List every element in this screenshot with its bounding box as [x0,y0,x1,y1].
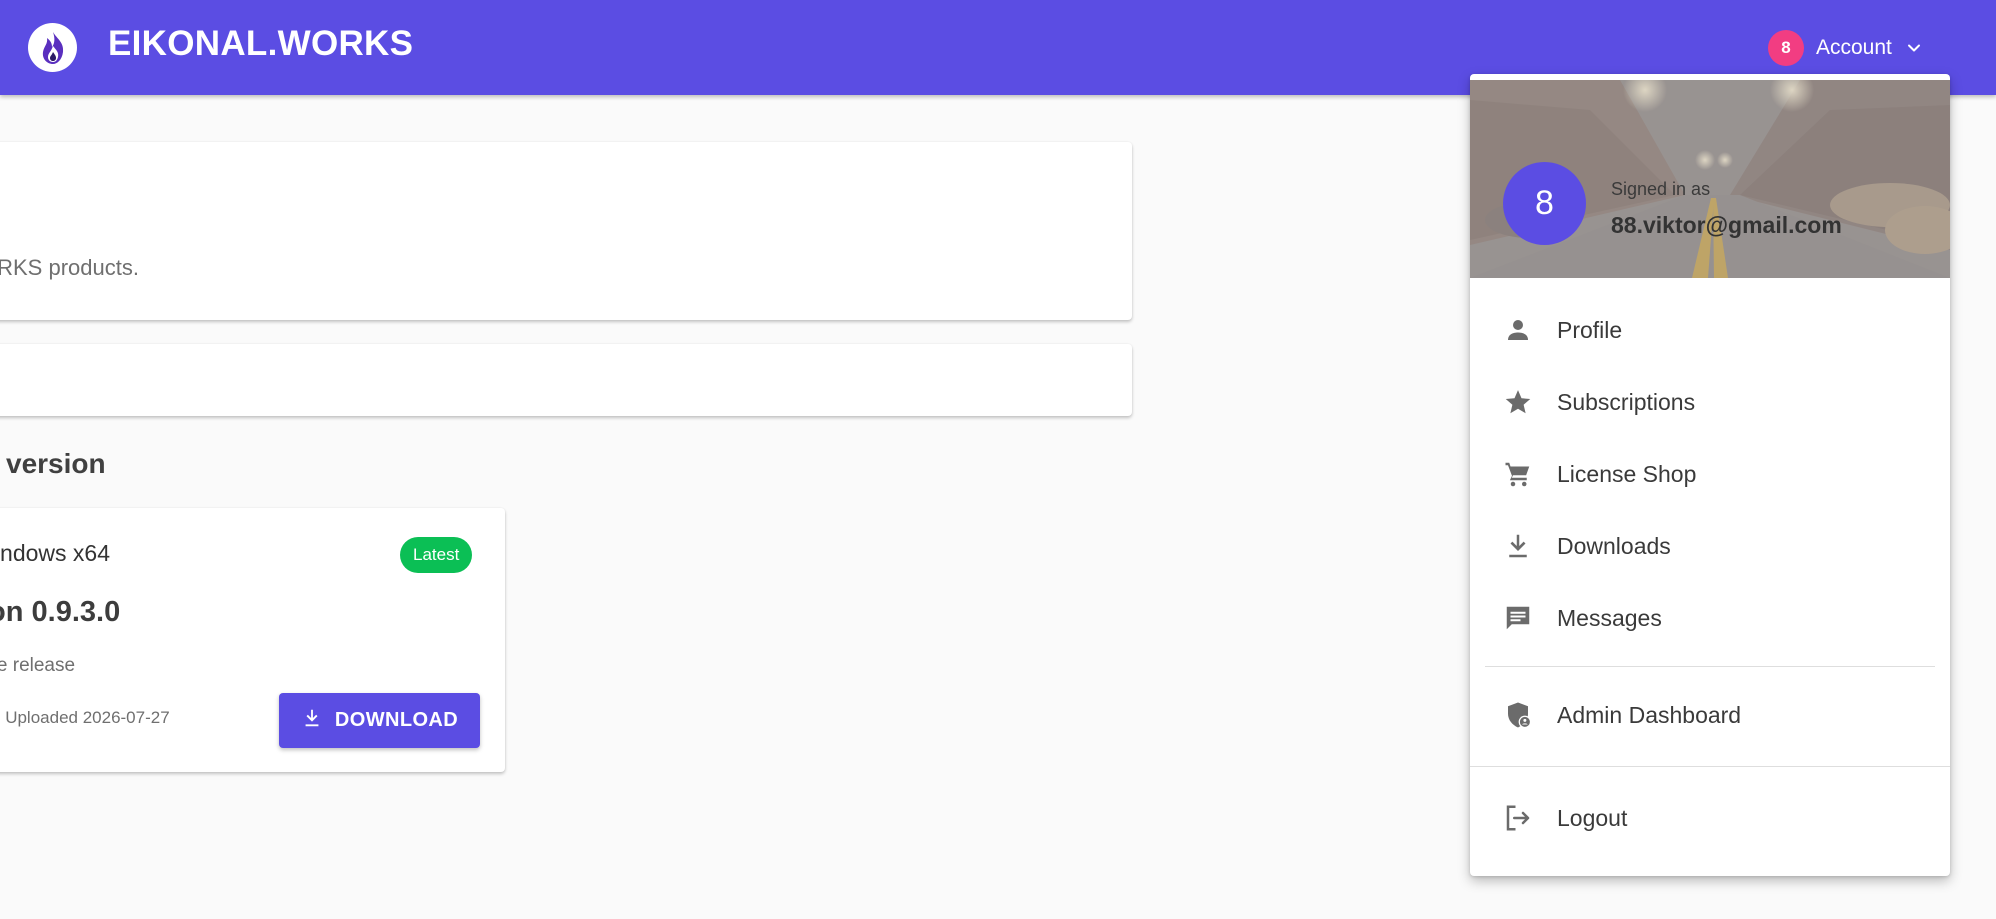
menu-item-label: Profile [1557,316,1623,343]
filter-bar-card [0,344,1132,416]
cart-icon [1503,459,1533,489]
menu-item-admin-dashboard[interactable]: Admin Dashboard [1470,683,1950,747]
account-badge: 8 [1768,30,1804,66]
menu-item-profile[interactable]: Profile [1470,298,1950,362]
person-icon [1503,315,1533,345]
download-icon [1503,531,1533,561]
signed-in-email: 88.viktor@gmail.com [1611,212,1842,238]
avatar: 8 [1503,162,1586,245]
brand-logo-icon[interactable] [28,23,77,72]
menu-item-label: Messages [1557,604,1662,631]
menu-item-label: Subscriptions [1557,388,1696,415]
menu-item-label: Downloads [1557,532,1671,559]
menu-item-license-shop[interactable]: License Shop [1470,442,1950,506]
menu-item-subscriptions[interactable]: Subscriptions [1470,370,1950,434]
menu-divider [1485,666,1935,667]
intro-text: ORKS products. [0,255,139,280]
menu-header: 8 Signed in as 88.viktor@gmail.com [1470,80,1950,278]
platform-label: Vindows x64 [0,540,110,566]
menu-item-label: Logout [1557,804,1628,831]
logout-icon [1503,803,1533,833]
intro-card: ORKS products. [0,142,1132,320]
version-label: ion 0.9.3.0 [0,596,121,628]
star-icon [1503,387,1533,417]
admin-shield-icon [1503,700,1533,730]
brand-name[interactable]: EIKONAL.WORKS [108,24,413,64]
message-icon [1503,603,1533,633]
account-label: Account [1816,36,1892,59]
menu-item-downloads[interactable]: Downloads [1470,514,1950,578]
release-type: ore release [0,655,76,676]
download-icon [301,707,323,735]
menu-item-label: License Shop [1557,460,1697,487]
menu-item-messages[interactable]: Messages [1470,586,1950,650]
download-button[interactable]: DOWNLOAD [279,693,480,748]
download-button-label: DOWNLOAD [334,709,459,731]
release-meta: B | Uploaded 2026-07-27 [0,708,170,727]
account-menu-button[interactable]: 8 Account [1768,28,1924,68]
menu-item-logout[interactable]: Logout [1470,786,1950,850]
signed-in-label: Signed in as [1611,179,1711,199]
menu-divider [1470,766,1950,767]
release-card: Vindows x64 Latest ion 0.9.3.0 ore relea… [0,508,505,772]
section-title: version [6,448,106,479]
chevron-down-icon [1904,38,1924,58]
account-dropdown-menu: 8 Signed in as 88.viktor@gmail.com Profi… [1470,74,1950,876]
latest-badge: Latest [400,537,473,573]
menu-item-label: Admin Dashboard [1557,701,1742,728]
